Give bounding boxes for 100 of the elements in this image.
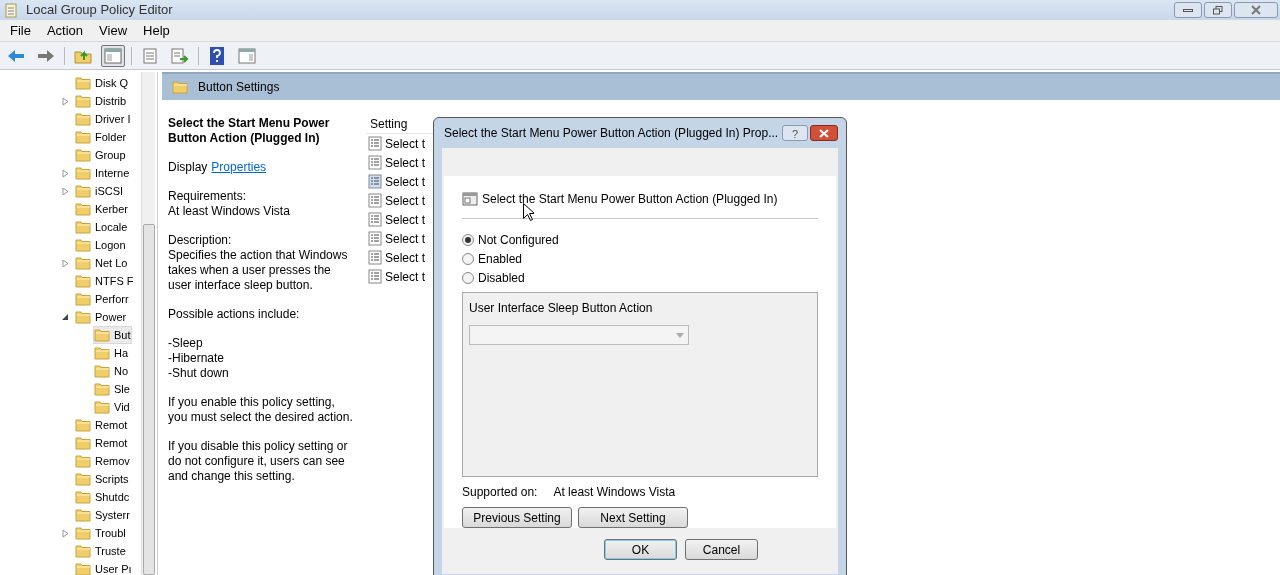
tree-item[interactable]: Scripts bbox=[74, 469, 130, 489]
list-document-icon bbox=[368, 231, 382, 246]
menu-item[interactable]: File bbox=[4, 20, 37, 41]
folder-icon bbox=[75, 184, 91, 198]
setting-row[interactable]: Select t bbox=[366, 248, 430, 267]
radio-option[interactable]: Enabled bbox=[462, 252, 818, 265]
menu-item[interactable]: Help bbox=[137, 20, 176, 41]
setting-row[interactable]: Select t bbox=[366, 191, 430, 210]
setting-row[interactable]: Select t bbox=[366, 229, 430, 248]
tree-item[interactable]: Vid bbox=[93, 397, 131, 417]
folder-icon bbox=[75, 310, 91, 324]
setting-row[interactable]: Select t bbox=[366, 153, 430, 172]
folder-icon bbox=[75, 148, 91, 162]
tree-item[interactable]: Truste bbox=[74, 541, 127, 561]
tree-item[interactable]: Logon bbox=[74, 235, 127, 255]
close-icon[interactable] bbox=[1250, 5, 1262, 15]
tree-item[interactable]: But bbox=[93, 325, 132, 345]
tree-item[interactable]: Remot bbox=[74, 415, 129, 435]
folder-icon bbox=[94, 400, 110, 414]
minimize-button[interactable] bbox=[1174, 2, 1202, 18]
folder-icon bbox=[75, 292, 91, 306]
expand-arrow-icon[interactable] bbox=[62, 528, 69, 538]
list-document-icon bbox=[368, 212, 382, 227]
collapse-arrow-icon[interactable] bbox=[62, 313, 69, 321]
display-label: Display bbox=[168, 160, 208, 175]
folder-icon bbox=[75, 238, 91, 252]
tree-item[interactable]: Systerr bbox=[74, 505, 131, 525]
notepad-icon bbox=[4, 2, 18, 18]
description-text: -Sleep -Hibernate -Shut down bbox=[168, 336, 230, 381]
description-text: Possible actions include: bbox=[168, 307, 301, 322]
radio-button[interactable] bbox=[462, 271, 474, 284]
setting-row[interactable]: Select t bbox=[366, 267, 430, 286]
close-button[interactable] bbox=[810, 125, 838, 141]
list-document-icon bbox=[368, 269, 382, 284]
folder-icon bbox=[75, 256, 91, 270]
folder-icon bbox=[75, 130, 91, 144]
scrollbar[interactable] bbox=[141, 72, 155, 575]
tree-item[interactable]: NTFS F bbox=[74, 271, 135, 291]
list-document-icon bbox=[368, 250, 382, 265]
ok-button[interactable]: OK bbox=[604, 539, 677, 560]
folder-icon bbox=[75, 490, 91, 504]
tree-item[interactable]: Distrib bbox=[74, 91, 128, 111]
folder-icon bbox=[75, 274, 91, 288]
restore-button[interactable] bbox=[1204, 2, 1232, 18]
tree-item[interactable]: Sle bbox=[93, 379, 131, 399]
close-button[interactable] bbox=[1234, 2, 1278, 18]
tree-item[interactable]: Remot bbox=[74, 433, 129, 453]
tree-item[interactable]: Folder bbox=[74, 127, 128, 147]
tree-item[interactable]: Shutdc bbox=[74, 487, 131, 507]
folder-icon bbox=[75, 418, 91, 432]
previous-setting-button[interactable]: Previous Setting bbox=[462, 507, 572, 528]
cancel-button[interactable]: Cancel bbox=[685, 539, 758, 560]
policy-heading: Select the Start Menu Power Button Action (Plugged In) bbox=[482, 191, 778, 208]
tree-item[interactable]: Power bbox=[74, 307, 128, 327]
properties-link[interactable]: Properties bbox=[211, 160, 267, 175]
list-document-icon bbox=[368, 193, 382, 208]
expand-arrow-icon[interactable] bbox=[62, 96, 69, 106]
tree-item[interactable]: Ha bbox=[93, 343, 130, 363]
tree-item[interactable]: User Pı bbox=[74, 559, 133, 575]
setting-row[interactable]: Select t bbox=[366, 172, 430, 191]
tree-item[interactable]: Locale bbox=[74, 217, 129, 237]
options-label: User Interface Sleep Button Action bbox=[469, 300, 654, 317]
tree-item[interactable]: iSCSI bbox=[74, 181, 125, 201]
description-text: Requirements: At least Windows Vista bbox=[168, 189, 291, 219]
tree-item[interactable]: Remov bbox=[74, 451, 131, 471]
help-button[interactable]: ? bbox=[782, 125, 808, 141]
tree-item[interactable]: Troubl bbox=[74, 523, 127, 543]
radio-button[interactable] bbox=[462, 252, 474, 265]
tree-item[interactable]: Perforr bbox=[74, 289, 130, 309]
tree-item[interactable]: Group bbox=[74, 145, 127, 165]
tree-item[interactable]: Disk Q bbox=[74, 73, 129, 93]
tree-item[interactable]: No bbox=[93, 361, 130, 381]
supported-label: Supported on: bbox=[462, 484, 538, 501]
folder-icon bbox=[172, 80, 188, 94]
supported-value: At least Windows Vista bbox=[553, 484, 676, 501]
next-setting-button[interactable]: Next Setting bbox=[578, 507, 688, 528]
menu-item[interactable]: View bbox=[93, 20, 134, 41]
policy-title: Select the Start Menu Power Button Action (Plugged In) bbox=[168, 116, 331, 146]
description-text: If you enable this policy setting, you must select the desired action. bbox=[168, 395, 354, 425]
setting-row[interactable]: Select t bbox=[366, 210, 430, 229]
folder-icon bbox=[75, 94, 91, 108]
setting-row[interactable]: Select t bbox=[366, 134, 430, 153]
tree-item[interactable]: Kerber bbox=[74, 199, 130, 219]
help-icon[interactable] bbox=[210, 46, 224, 65]
radio-button[interactable] bbox=[462, 233, 474, 246]
folder-icon bbox=[75, 508, 91, 522]
list-document-icon bbox=[368, 155, 382, 170]
restore-icon[interactable] bbox=[1213, 5, 1223, 15]
tree-item[interactable]: Driver I bbox=[74, 109, 132, 129]
expand-arrow-icon[interactable] bbox=[62, 186, 69, 196]
folder-icon bbox=[75, 526, 91, 540]
expand-arrow-icon[interactable] bbox=[62, 258, 69, 268]
folder-icon bbox=[94, 364, 110, 378]
tree-item[interactable]: Net Lo bbox=[74, 253, 129, 273]
menu-item[interactable]: Action bbox=[40, 20, 90, 41]
description-text: If you disable this policy setting or do not configure it, users can see and change this setting. bbox=[168, 439, 349, 484]
radio-option[interactable]: Not Configured bbox=[462, 233, 818, 246]
expand-arrow-icon[interactable] bbox=[62, 168, 69, 178]
radio-option[interactable]: Disabled bbox=[462, 271, 818, 284]
tree-item[interactable]: Interne bbox=[74, 163, 131, 183]
